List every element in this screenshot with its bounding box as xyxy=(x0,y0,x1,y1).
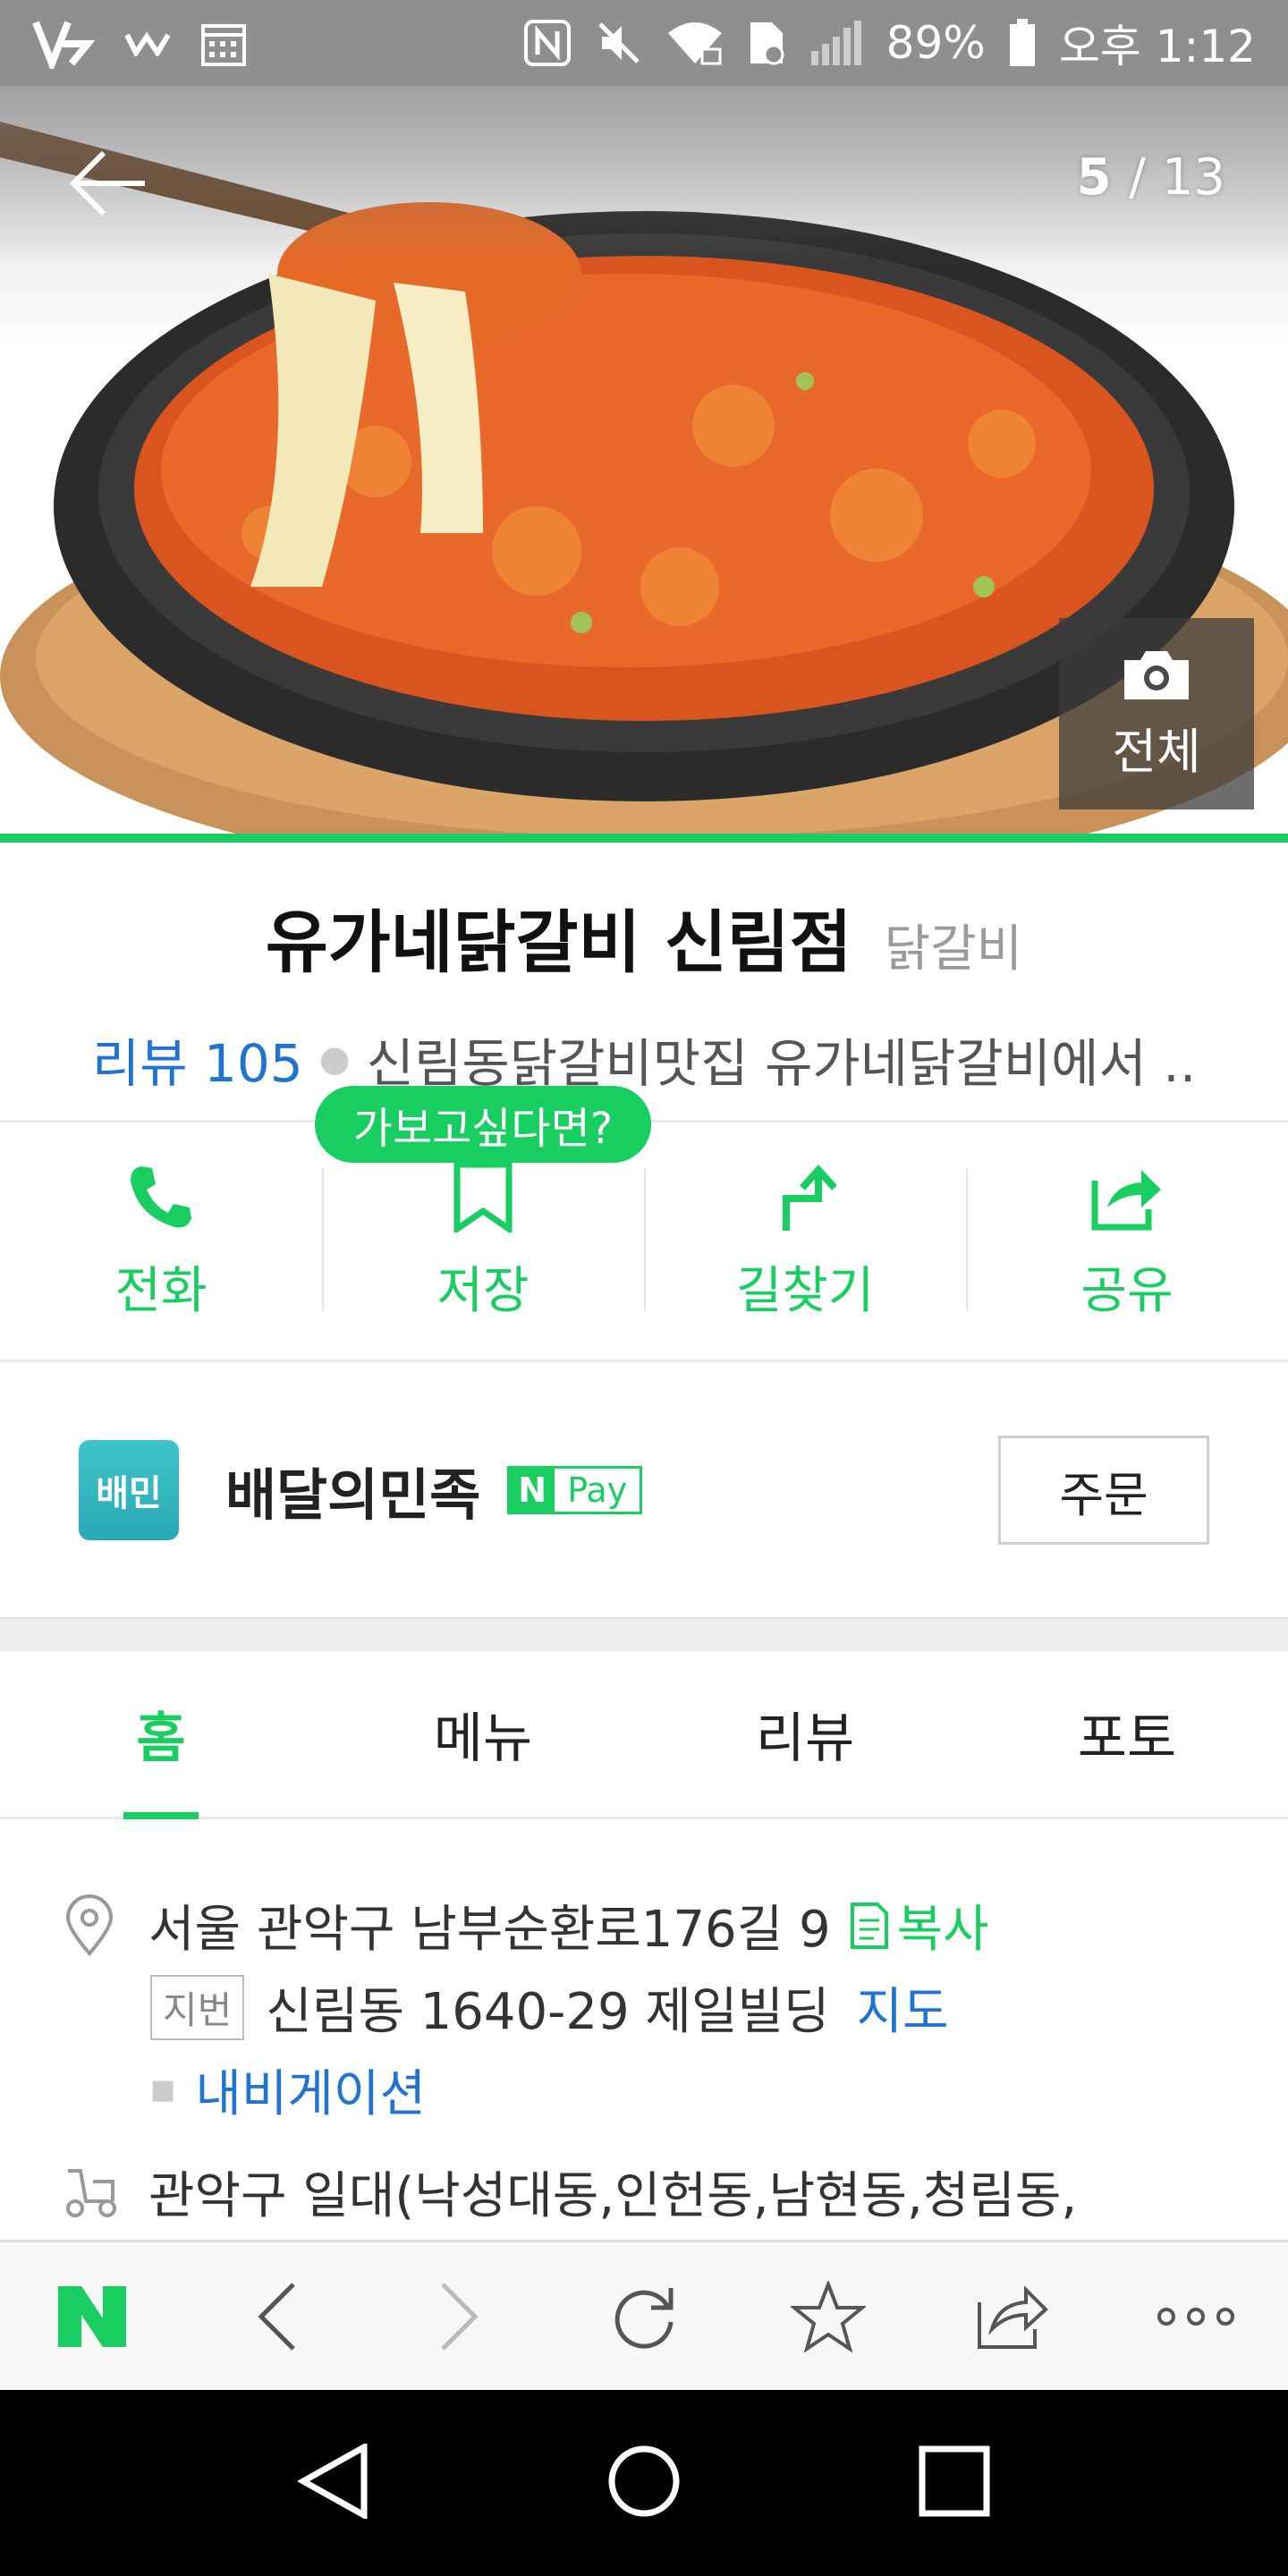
baemin-app-icon: 배민 xyxy=(79,1440,179,1540)
place-info: 서울 관악구 남부순환로176길 9 복사 지번 신림동 1640-29 제일빌… xyxy=(0,1819,1288,2240)
more-button[interactable] xyxy=(1142,2263,1250,2370)
photo-current: 5 xyxy=(1076,148,1112,207)
photo-counter: 5 / 13 xyxy=(1077,148,1225,207)
photo-total: / 13 xyxy=(1129,148,1225,207)
save-label: 저장 xyxy=(436,1261,530,1320)
npay-pay: Pay xyxy=(567,1470,628,1510)
status-bar: 89% 오후 1:12 xyxy=(0,0,1288,86)
share-icon xyxy=(1091,1169,1161,1230)
naver-home-button[interactable] xyxy=(38,2263,146,2370)
save-tooltip: 가보고싶다면? xyxy=(315,1086,651,1163)
place-title: 유가네닭갈비 신림점 xyxy=(265,902,852,982)
photo-viewer[interactable]: 5 / 13 전체 xyxy=(0,86,1288,834)
sim-icon xyxy=(747,19,786,67)
battery-icon xyxy=(1009,19,1036,67)
square-recents-icon xyxy=(919,2445,990,2517)
address-row: 서울 관악구 남부순환로176길 9 복사 xyxy=(63,1889,989,1962)
v3-app-icon xyxy=(32,17,95,69)
tab-photo[interactable]: 포토 xyxy=(966,1651,1288,1817)
order-button[interactable]: 주문 xyxy=(998,1436,1209,1545)
navigation-row: ■ 내비게이션 xyxy=(150,2054,426,2126)
directions-icon xyxy=(783,1164,836,1231)
jibun-badge: 지번 xyxy=(150,1975,245,2040)
road-address: 서울 관악구 남부순환로176길 9 xyxy=(148,1901,831,1959)
copy-address-button[interactable]: 복사 xyxy=(849,1889,989,1962)
nfc-icon xyxy=(523,19,572,67)
place-tabs: 홈 메뉴 리뷰 포토 xyxy=(0,1651,1288,1819)
jibun-row: 지번 신림동 1640-29 제일빌딩 지도 xyxy=(150,1971,949,2044)
bookmark-icon xyxy=(453,1161,513,1233)
delivery-area: 관악구 일대(낙성대동,인헌동,남현동,청림동, xyxy=(148,2167,1078,2225)
more-icon xyxy=(1157,2307,1235,2326)
tab-menu[interactable]: 메뉴 xyxy=(322,1651,644,1817)
browser-back-button[interactable] xyxy=(223,2263,330,2370)
hero-accent-line xyxy=(0,834,1288,843)
delivery-scooter-icon xyxy=(66,2168,116,2217)
camera-icon xyxy=(1124,650,1189,699)
copy-icon xyxy=(850,1902,888,1949)
divider xyxy=(0,1360,1288,1362)
review-count-link[interactable]: 리뷰 105 xyxy=(92,1021,303,1097)
separator-dot: ● xyxy=(318,1038,351,1080)
call-label: 전화 xyxy=(114,1261,208,1320)
section-spacer xyxy=(0,1617,1288,1651)
action-bar: 전화 저장 길찾기 공유 xyxy=(0,1123,1288,1360)
directions-label: 길찾기 xyxy=(735,1261,875,1320)
all-photos-label: 전체 xyxy=(1112,723,1201,780)
w-app-icon xyxy=(125,30,170,56)
star-icon xyxy=(790,2280,866,2352)
nav-home-button[interactable] xyxy=(606,2444,682,2522)
phone-icon xyxy=(131,1165,191,1227)
all-photos-button[interactable]: 전체 xyxy=(1059,618,1254,809)
system-nav-bar xyxy=(0,2390,1288,2576)
nav-back-button[interactable] xyxy=(296,2442,369,2522)
bullet: ■ xyxy=(150,2074,176,2106)
bookmark-star-button[interactable] xyxy=(775,2263,882,2370)
browser-toolbar xyxy=(0,2240,1288,2390)
call-button[interactable]: 전화 xyxy=(0,1123,322,1360)
chevron-right-icon xyxy=(441,2282,479,2351)
map-link[interactable]: 지도 xyxy=(857,1971,949,2044)
signal-icon xyxy=(809,19,863,67)
browser-share-button[interactable] xyxy=(958,2263,1065,2370)
chevron-left-icon xyxy=(258,2282,295,2351)
tab-review[interactable]: 리뷰 xyxy=(644,1651,966,1817)
browser-forward-button[interactable] xyxy=(406,2263,513,2370)
refresh-button[interactable] xyxy=(590,2263,698,2370)
place-header: 유가네닭갈비 신림점 닭갈비 리뷰 105 ● 신림동닭갈비맛집 유가네닭갈비에… xyxy=(0,843,1288,1120)
tab-home[interactable]: 홈 xyxy=(0,1651,322,1819)
delivery-app-name: 배달의민족 xyxy=(225,1462,481,1528)
share-label: 공유 xyxy=(1080,1261,1174,1320)
place-category: 닭갈비 xyxy=(884,920,1023,979)
share-button[interactable]: 공유 xyxy=(966,1123,1288,1360)
triangle-back-icon xyxy=(296,2442,368,2521)
directions-button[interactable]: 길찾기 xyxy=(644,1123,966,1360)
copy-label: 복사 xyxy=(896,1901,989,1959)
location-pin-icon xyxy=(65,1894,114,1956)
npay-n: N xyxy=(510,1469,555,1512)
clock: 오후 1:12 xyxy=(1058,21,1256,72)
calendar-icon xyxy=(200,19,247,67)
circle-home-icon xyxy=(608,2445,680,2517)
nav-recents-button[interactable] xyxy=(919,2445,990,2521)
wifi-lock-icon xyxy=(666,19,724,67)
npay-badge: N Pay xyxy=(507,1466,643,1514)
delivery-area-row: 관악구 일대(낙성대동,인헌동,남현동,청림동, xyxy=(63,2156,1077,2228)
arrow-left-icon xyxy=(69,150,145,216)
battery-percent: 89% xyxy=(886,17,986,69)
back-button[interactable] xyxy=(57,134,156,233)
refresh-icon xyxy=(614,2287,674,2349)
delivery-row: 배민 배달의민족 N Pay 주문 xyxy=(0,1363,1288,1617)
share-icon xyxy=(978,2284,1049,2349)
navigation-link[interactable]: 내비게이션 xyxy=(195,2054,426,2126)
naver-logo-icon xyxy=(57,2285,126,2347)
jibun-address: 신림동 1640-29 제일빌딩 xyxy=(266,1983,830,2041)
mute-icon xyxy=(595,19,643,67)
